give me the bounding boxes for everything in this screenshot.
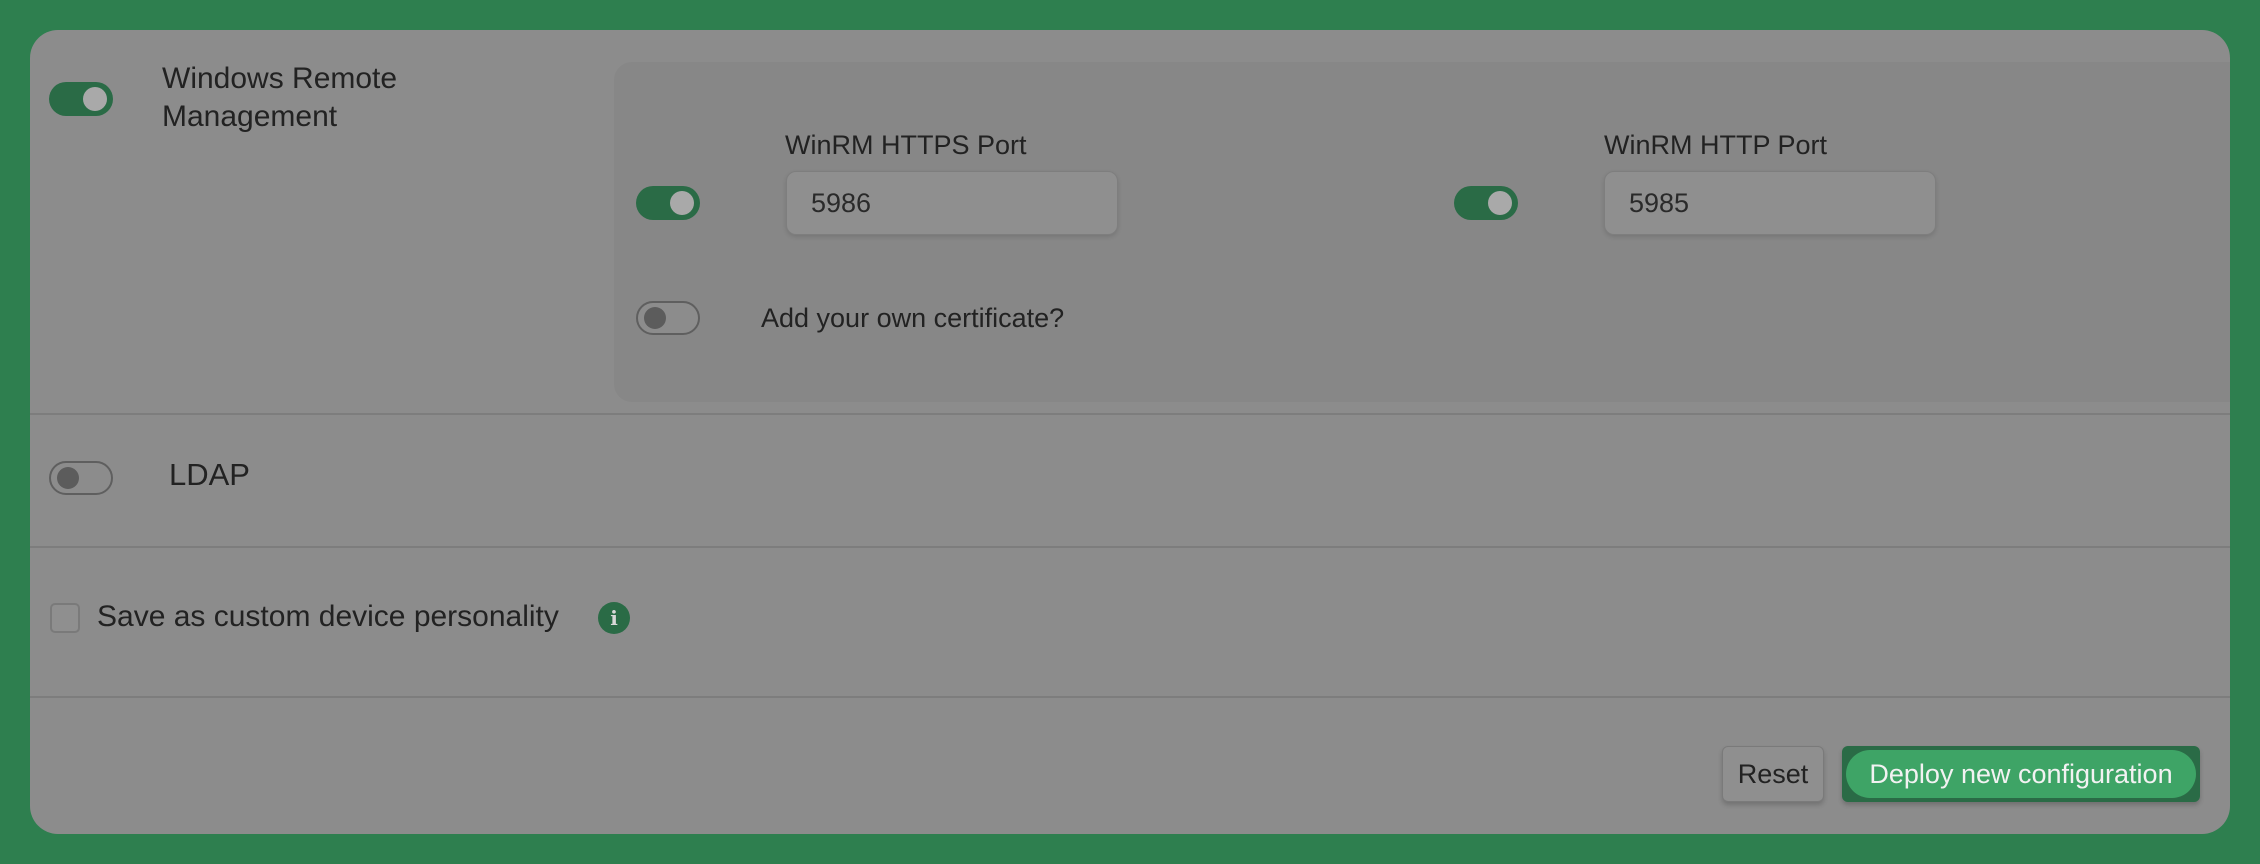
winrm-https-toggle[interactable] [636,186,700,220]
winrm-title: Windows Remote Management [162,62,398,133]
certificate-toggle[interactable] [636,301,700,335]
toggle-knob [644,307,666,329]
winrm-section: Windows Remote Management WinRM HTTPS Po… [30,30,2230,413]
toggle-knob [83,87,107,111]
divider [30,696,2230,698]
winrm-toggle[interactable] [49,82,113,116]
winrm-http-toggle[interactable] [1454,186,1518,220]
ldap-toggle[interactable] [49,461,113,495]
configuration-panel: Windows Remote Management WinRM HTTPS Po… [30,30,2230,834]
ldap-title: LDAP [169,457,250,492]
save-personality-label: Save as custom device personality [97,600,559,633]
winrm-https-port-label: WinRM HTTPS Port [785,130,1027,160]
info-icon[interactable]: i [598,602,630,634]
deploy-button-label: Deploy new configuration [1846,750,2196,798]
certificate-label: Add your own certificate? [761,303,1065,333]
winrm-http-port-label: WinRM HTTP Port [1604,130,1828,160]
toggle-knob [1488,191,1512,215]
winrm-http-port-input[interactable] [1604,171,1936,235]
save-personality-checkbox[interactable] [50,603,80,633]
reset-button[interactable]: Reset [1722,746,1824,802]
toggle-knob [670,191,694,215]
divider [30,546,2230,548]
toggle-knob [57,467,79,489]
winrm-https-port-input[interactable] [786,171,1118,235]
deploy-button[interactable]: Deploy new configuration [1842,746,2200,802]
divider [30,413,2230,415]
winrm-options-panel: WinRM HTTPS Port WinRM HTTP Port Add you… [614,62,2230,402]
